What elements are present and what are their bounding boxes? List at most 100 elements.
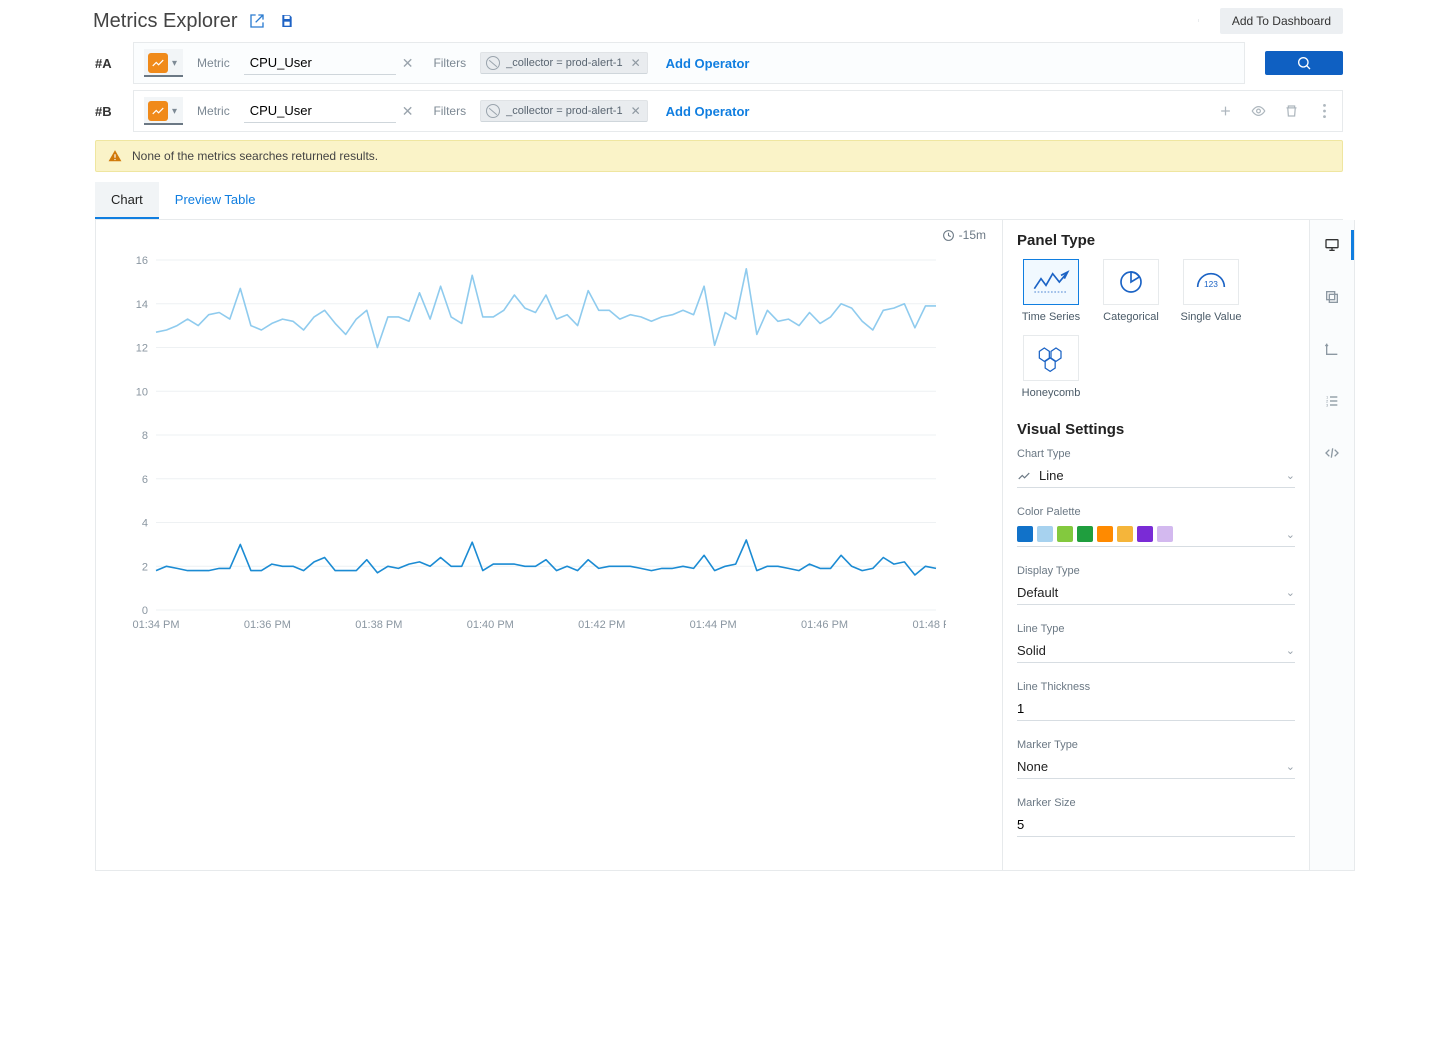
time-range-text: -15m bbox=[959, 228, 986, 242]
header: Metrics Explorer Add To Dashboard bbox=[83, 0, 1355, 42]
color-palette-section: Color Palette ⌄ bbox=[1017, 506, 1295, 547]
query-card-a: ▾ Metric ✕ Filters _collector = prod-ale… bbox=[133, 42, 1245, 84]
chevron-down-icon: ▾ bbox=[172, 106, 177, 117]
svg-text:01:38 PM: 01:38 PM bbox=[355, 619, 402, 631]
clock-icon bbox=[942, 229, 955, 242]
chart-area: -15m 024681012141601:34 PM01:36 PM01:38 … bbox=[96, 220, 1002, 870]
panel-type-label: Categorical bbox=[1097, 311, 1165, 323]
display-type-section: Display Type Default ⌄ bbox=[1017, 565, 1295, 605]
marker-size-label: Marker Size bbox=[1017, 797, 1295, 809]
page: Metrics Explorer Add To Dashboard #A ▾ M bbox=[83, 0, 1355, 920]
svg-text:16: 16 bbox=[136, 255, 148, 267]
line-thickness-section: Line Thickness bbox=[1017, 681, 1295, 721]
filter-chip[interactable]: _collector = prod-alert-1 ✕ bbox=[480, 100, 648, 122]
marker-size-section: Marker Size bbox=[1017, 797, 1295, 837]
header-more-icon[interactable] bbox=[1192, 9, 1208, 33]
marker-type-select[interactable]: None ⌄ bbox=[1017, 755, 1295, 779]
line-type-select[interactable]: Solid ⌄ bbox=[1017, 639, 1295, 663]
query-type-selector[interactable]: ▾ bbox=[144, 97, 183, 125]
filter-text: _collector = prod-alert-1 bbox=[506, 105, 622, 117]
metric-input[interactable] bbox=[244, 51, 396, 75]
color-swatch[interactable] bbox=[1017, 526, 1033, 542]
svg-text:123: 123 bbox=[1204, 279, 1218, 289]
color-swatch[interactable] bbox=[1097, 526, 1113, 542]
row-more-icon[interactable] bbox=[1317, 104, 1332, 119]
rail-display-icon[interactable] bbox=[1310, 230, 1354, 260]
add-operator-link[interactable]: Add Operator bbox=[666, 56, 750, 71]
banner-text: None of the metrics searches returned re… bbox=[132, 149, 378, 163]
rail-code-icon[interactable] bbox=[1310, 438, 1354, 468]
svg-text:0: 0 bbox=[142, 605, 148, 617]
right-rail: 123 bbox=[1309, 220, 1354, 870]
query-row-a: #A ▾ Metric ✕ Filters _collector = prod-… bbox=[95, 42, 1343, 84]
display-type-label: Display Type bbox=[1017, 565, 1295, 577]
time-range-badge[interactable]: -15m bbox=[942, 228, 986, 242]
filters-label: Filters bbox=[433, 104, 466, 118]
delete-icon[interactable] bbox=[1284, 104, 1299, 119]
svg-text:01:34 PM: 01:34 PM bbox=[132, 619, 179, 631]
add-query-icon[interactable] bbox=[1218, 104, 1233, 119]
chevron-down-icon: ⌄ bbox=[1286, 469, 1295, 482]
rail-list-icon[interactable]: 123 bbox=[1310, 386, 1354, 416]
rail-duplicate-icon[interactable] bbox=[1310, 282, 1354, 312]
svg-text:4: 4 bbox=[142, 518, 148, 530]
chart-type-section: Chart Type Line ⌄ bbox=[1017, 448, 1295, 488]
metric-input[interactable] bbox=[244, 99, 396, 123]
svg-text:01:46 PM: 01:46 PM bbox=[801, 619, 848, 631]
metrics-icon bbox=[148, 101, 168, 121]
color-swatch[interactable] bbox=[1117, 526, 1133, 542]
panel-type-label: Honeycomb bbox=[1017, 387, 1085, 399]
add-to-dashboard-button[interactable]: Add To Dashboard bbox=[1220, 8, 1343, 34]
color-swatch[interactable] bbox=[1057, 526, 1073, 542]
svg-text:2: 2 bbox=[142, 561, 148, 573]
clear-metric-icon[interactable]: ✕ bbox=[402, 103, 414, 120]
marker-size-input[interactable] bbox=[1017, 813, 1295, 837]
chevron-down-icon: ▾ bbox=[172, 58, 177, 69]
remove-filter-icon[interactable]: ✕ bbox=[631, 56, 641, 70]
rail-axis-icon[interactable] bbox=[1310, 334, 1354, 364]
panel-type-title: Panel Type bbox=[1017, 232, 1295, 249]
color-swatch[interactable] bbox=[1037, 526, 1053, 542]
svg-text:01:44 PM: 01:44 PM bbox=[690, 619, 737, 631]
color-palette[interactable]: ⌄ bbox=[1017, 522, 1295, 547]
color-swatch[interactable] bbox=[1157, 526, 1173, 542]
line-thickness-label: Line Thickness bbox=[1017, 681, 1295, 693]
chart-type-select[interactable]: Line ⌄ bbox=[1017, 464, 1295, 488]
tab-chart[interactable]: Chart bbox=[95, 182, 159, 219]
metric-label: Metric bbox=[197, 56, 230, 70]
query-type-selector[interactable]: ▾ bbox=[144, 49, 183, 77]
tabs: Chart Preview Table bbox=[95, 182, 1343, 220]
color-swatch[interactable] bbox=[1137, 526, 1153, 542]
display-type-value: Default bbox=[1017, 585, 1058, 600]
main: -15m 024681012141601:34 PM01:36 PM01:38 … bbox=[95, 220, 1355, 871]
svg-text:14: 14 bbox=[136, 299, 148, 311]
page-title: Metrics Explorer bbox=[93, 10, 237, 33]
line-type-value: Solid bbox=[1017, 643, 1046, 658]
visibility-icon[interactable] bbox=[1251, 104, 1266, 119]
row-actions bbox=[1218, 104, 1332, 119]
svg-text:01:40 PM: 01:40 PM bbox=[467, 619, 514, 631]
panel-type-categorical[interactable]: Categorical bbox=[1097, 259, 1165, 323]
panel-type-single[interactable]: 123 Single Value bbox=[1177, 259, 1245, 323]
filter-chip[interactable]: _collector = prod-alert-1 ✕ bbox=[480, 52, 648, 74]
panel-type-honeycomb[interactable]: Honeycomb bbox=[1017, 335, 1085, 399]
query-row-b: #B ▾ Metric ✕ Filters _collector = prod-… bbox=[95, 90, 1343, 132]
line-icon bbox=[1017, 469, 1031, 483]
svg-text:01:42 PM: 01:42 PM bbox=[578, 619, 625, 631]
panel-type-timeseries[interactable]: Time Series bbox=[1017, 259, 1085, 323]
search-button[interactable] bbox=[1265, 51, 1343, 75]
not-icon bbox=[486, 56, 500, 70]
open-external-icon[interactable] bbox=[247, 11, 267, 31]
remove-filter-icon[interactable]: ✕ bbox=[631, 104, 641, 118]
tab-preview[interactable]: Preview Table bbox=[159, 182, 272, 219]
query-id-b: #B bbox=[95, 104, 123, 119]
line-thickness-input[interactable] bbox=[1017, 697, 1295, 721]
chevron-down-icon: ⌄ bbox=[1286, 644, 1295, 657]
query-card-b: ▾ Metric ✕ Filters _collector = prod-ale… bbox=[133, 90, 1343, 132]
add-operator-link[interactable]: Add Operator bbox=[666, 104, 750, 119]
clear-metric-icon[interactable]: ✕ bbox=[402, 55, 414, 72]
marker-type-value: None bbox=[1017, 759, 1048, 774]
save-icon[interactable] bbox=[277, 11, 297, 31]
color-swatch[interactable] bbox=[1077, 526, 1093, 542]
display-type-select[interactable]: Default ⌄ bbox=[1017, 581, 1295, 605]
